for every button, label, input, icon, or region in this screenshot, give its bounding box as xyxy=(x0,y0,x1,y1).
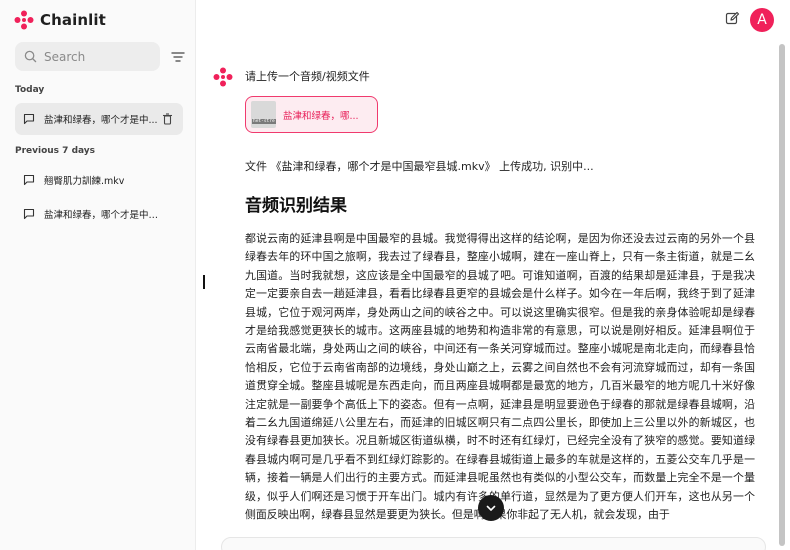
thread-label: 盐津和绿春，哪个才是中国... xyxy=(44,210,162,221)
thread-label: 翹臀肌力訓練.mkv xyxy=(44,176,125,187)
chat-bubble-icon xyxy=(23,113,35,125)
upload-status-message: 文件 《盐津和绿春，哪个才是中国最窄县城.mkv》 上传成功, 识别中... xyxy=(245,160,594,173)
search-box[interactable] xyxy=(15,42,160,71)
scroll-to-bottom-button[interactable] xyxy=(478,495,504,521)
chat-bubble-icon xyxy=(23,208,35,220)
section-label-previous: Previous 7 days xyxy=(15,146,96,156)
app-logo[interactable]: Chainlit xyxy=(14,10,106,30)
chat-bubble-icon xyxy=(23,174,35,186)
transcript-text: 都说云南的延津县啊是中国最窄的县城。我觉得得出这样的结论啊，是因为你还没去过云南… xyxy=(245,232,755,522)
thread-label: 盐津和绿春，哪个才是中... xyxy=(44,115,158,126)
trash-icon[interactable] xyxy=(162,113,173,125)
message-composer[interactable] xyxy=(221,537,766,550)
assistant-prompt-message: 请上传一个音频/视频文件 xyxy=(245,70,370,83)
thread-item[interactable]: 盐津和绿春，哪个才是中... xyxy=(15,103,183,135)
file-name: 盐津和绿春，哪... xyxy=(283,110,359,122)
text-cursor xyxy=(203,275,205,289)
sidebar: Chainlit Today 盐津和绿春，哪个才是中... Previous 7… xyxy=(0,0,196,550)
file-attachment-card[interactable]: het-stre 盐津和绿春，哪... xyxy=(245,96,378,133)
result-heading: 音频识别结果 xyxy=(245,196,347,216)
scrollbar[interactable] xyxy=(779,44,785,546)
file-thumbnail-label: het-stre xyxy=(252,119,276,124)
search-input[interactable] xyxy=(44,49,149,64)
app-name: Chainlit xyxy=(40,11,106,29)
file-thumbnail: het-stre xyxy=(251,101,276,128)
chainlit-logo-icon xyxy=(213,67,233,87)
search-icon xyxy=(24,50,37,63)
chevron-down-icon xyxy=(486,505,496,511)
section-label-today: Today xyxy=(15,85,45,95)
thread-item[interactable]: 盐津和绿春，哪个才是中国... xyxy=(15,198,183,230)
avatar[interactable]: A xyxy=(750,8,774,32)
thread-item[interactable]: 翹臀肌力訓練.mkv xyxy=(15,164,183,196)
chat-area: A 请上传一个音频/视频文件 het-stre 盐津和绿春，哪... 文件 《盐… xyxy=(196,0,790,550)
edit-icon[interactable] xyxy=(725,11,740,26)
filter-icon[interactable] xyxy=(170,49,186,65)
chainlit-logo-icon xyxy=(14,10,34,30)
